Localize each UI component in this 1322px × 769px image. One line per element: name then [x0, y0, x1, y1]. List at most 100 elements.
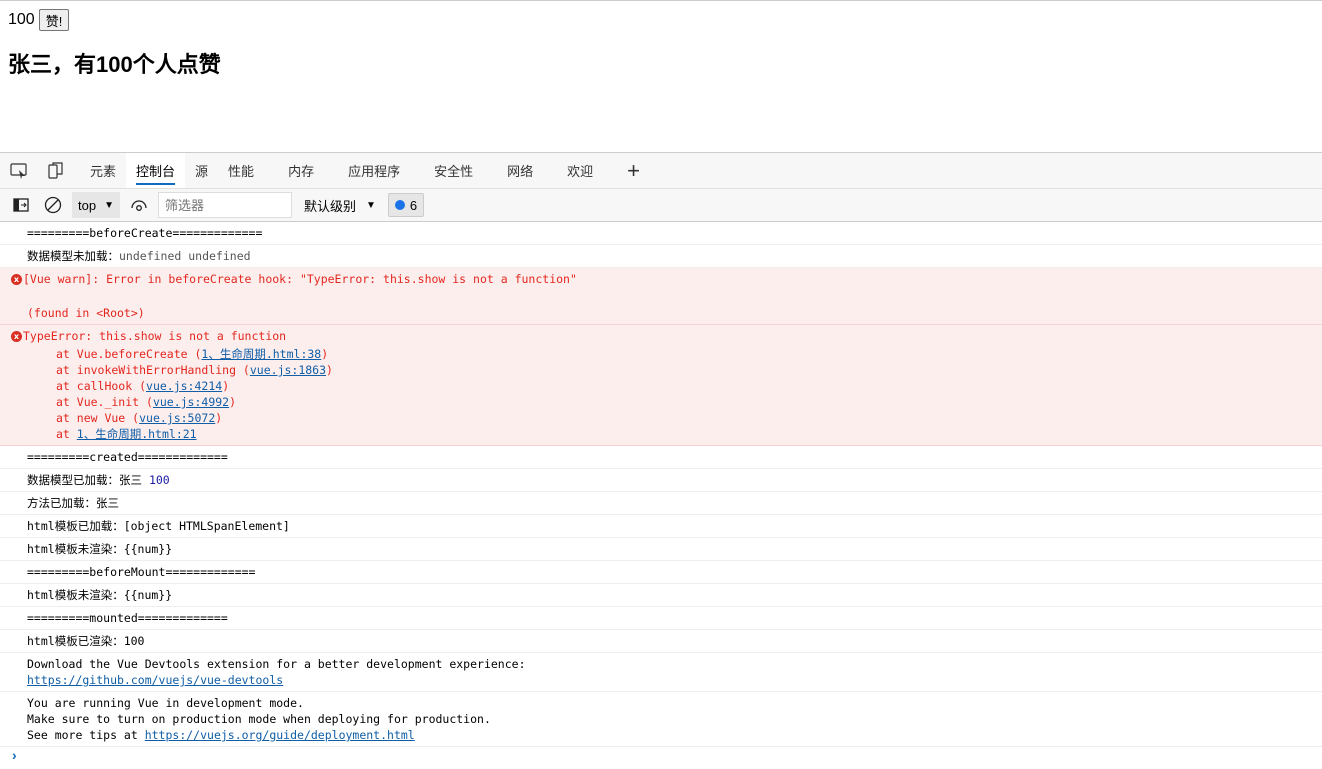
- console-line: at callHook (vue.js:4214): [27, 378, 1322, 394]
- console-text: undefined undefined: [119, 249, 251, 263]
- tab-4[interactable]: 内存: [278, 153, 338, 188]
- tab-3[interactable]: 性能: [218, 153, 278, 188]
- tab-7[interactable]: 网络: [497, 153, 557, 188]
- console-text: (found in <Root>): [27, 306, 145, 320]
- log-level-dropdown[interactable]: 默认级别 ▼: [298, 196, 382, 215]
- console-text: at Vue._init (: [56, 395, 153, 409]
- context-value: top: [78, 197, 97, 213]
- console-log-message: =========mounted=============: [0, 607, 1322, 630]
- console-line: =========beforeCreate=============: [27, 225, 1322, 241]
- console-line: =========mounted=============: [27, 610, 1322, 626]
- console-line: 数据模型未加载：undefined undefined: [27, 248, 1322, 264]
- console-text: ): [229, 395, 237, 409]
- console-text: html模板已渲染：100: [27, 634, 145, 648]
- console-line: at invokeWithErrorHandling (vue.js:1863): [27, 362, 1322, 378]
- console-log-message: 数据模型已加载：张三 100: [0, 469, 1322, 492]
- console-log-message: =========beforeCreate=============: [0, 222, 1322, 245]
- console-line: [27, 289, 1322, 305]
- console-prompt[interactable]: ›: [0, 747, 1322, 769]
- console-error-message: x▶TypeError: this.show is not a function…: [0, 325, 1322, 446]
- tab-5[interactable]: 应用程序: [338, 153, 424, 188]
- console-line: You are running Vue in development mode.: [27, 695, 1322, 711]
- console-text: You are running Vue in development mode.: [27, 696, 304, 710]
- console-text: at Vue.beforeCreate (: [56, 347, 202, 361]
- console-log-message: html模板未渲染：{{num}}: [0, 538, 1322, 561]
- console-text: TypeError: this.show is not a function: [23, 329, 287, 343]
- console-log-message: =========beforeMount=============: [0, 561, 1322, 584]
- inspect-element-icon[interactable]: [8, 153, 30, 188]
- device-emulation-icon[interactable]: [44, 153, 66, 188]
- error-icon: x: [11, 274, 22, 285]
- filter-input[interactable]: [157, 192, 292, 218]
- console-text: [Vue warn]: Error in beforeCreate hook: …: [23, 272, 577, 286]
- console-text: =========beforeMount=============: [27, 565, 256, 579]
- error-icon: x: [11, 331, 22, 342]
- clear-console-icon[interactable]: [40, 192, 66, 218]
- console-line: ▶TypeError: this.show is not a function: [15, 328, 1322, 346]
- dropdown-arrow-icon: ▼: [366, 199, 376, 211]
- live-expression-eye-icon[interactable]: [126, 192, 152, 218]
- console-line: Download the Vue Devtools extension for …: [27, 656, 1322, 672]
- console-output: =========beforeCreate============= 数据模型未加…: [0, 222, 1322, 747]
- console-text: See more tips at: [27, 728, 145, 742]
- add-tab-button[interactable]: +: [617, 153, 650, 188]
- source-link[interactable]: https://github.com/vuejs/vue-devtools: [27, 673, 283, 687]
- console-text: 方法已加载：张三: [27, 496, 119, 510]
- console-line: html模板未渲染：{{num}}: [27, 587, 1322, 603]
- console-log-message: =========created=============: [0, 446, 1322, 469]
- console-text: Download the Vue Devtools extension for …: [27, 657, 526, 671]
- console-log-message: html模板未渲染：{{num}}: [0, 584, 1322, 607]
- console-line: =========created=============: [27, 449, 1322, 465]
- source-link[interactable]: vue.js:5072: [139, 411, 215, 425]
- console-text: ): [222, 379, 230, 393]
- dropdown-arrow-icon: ▼: [104, 199, 114, 211]
- console-text: at invokeWithErrorHandling (: [56, 363, 250, 377]
- context-selector[interactable]: top ▼: [72, 192, 120, 218]
- console-line: at 1、生命周期.html:21: [27, 426, 1322, 442]
- console-line: ▶[Vue warn]: Error in beforeCreate hook:…: [15, 271, 1322, 289]
- messages-count-badge[interactable]: 6: [387, 193, 425, 217]
- console-text: html模板未渲染：{{num}}: [27, 588, 173, 602]
- console-text: =========created=============: [27, 450, 228, 464]
- show-sidebar-icon[interactable]: [8, 192, 34, 218]
- tab-2[interactable]: 源: [185, 153, 218, 188]
- console-log-message: You are running Vue in development mode.…: [0, 692, 1322, 747]
- console-line: Make sure to turn on production mode whe…: [27, 711, 1322, 727]
- console-line: 方法已加载：张三: [27, 495, 1322, 511]
- console-line: (found in <Root>): [27, 305, 1322, 321]
- message-count: 6: [409, 197, 418, 213]
- tab-0[interactable]: 元素: [80, 153, 126, 188]
- console-text: Make sure to turn on production mode whe…: [27, 712, 491, 726]
- message-icon: [394, 200, 405, 210]
- console-line: at new Vue (vue.js:5072): [27, 410, 1322, 426]
- console-line: See more tips at https://vuejs.org/guide…: [27, 727, 1322, 743]
- console-text: at callHook (: [56, 379, 147, 393]
- page-heading: 张三，有100个人点赞: [8, 52, 221, 77]
- console-line: at Vue.beforeCreate (1、生命周期.html:38): [27, 346, 1322, 362]
- console-error-message: x▶[Vue warn]: Error in beforeCreate hook…: [0, 268, 1322, 325]
- page-content: 100 赞! 张三，有100个人点赞: [0, 1, 1322, 152]
- console-log-message: 方法已加载：张三: [0, 492, 1322, 515]
- console-log-message: html模板已加载：[object HTMLSpanElement]: [0, 515, 1322, 538]
- like-button[interactable]: 赞!: [38, 9, 70, 31]
- log-level-value: 默认级别: [303, 198, 356, 214]
- source-link[interactable]: 1、生命周期.html:21: [77, 427, 197, 441]
- console-log-message: 数据模型未加载：undefined undefined: [0, 245, 1322, 268]
- tab-6[interactable]: 安全性: [424, 153, 497, 188]
- source-link[interactable]: vue.js:4214: [146, 379, 222, 393]
- console-text: 100: [148, 473, 170, 487]
- source-link[interactable]: https://vuejs.org/guide/deployment.html: [145, 728, 415, 742]
- console-text: ): [326, 363, 333, 377]
- console-text: at new Vue (: [56, 411, 140, 425]
- console-line: html模板已渲染：100: [27, 633, 1322, 649]
- source-link[interactable]: 1、生命周期.html:38: [201, 347, 321, 361]
- tab-8[interactable]: 欢迎: [557, 153, 617, 188]
- source-link[interactable]: vue.js:1863: [250, 363, 326, 377]
- tab-1[interactable]: 控制台: [126, 153, 186, 188]
- source-link[interactable]: vue.js:4992: [153, 395, 229, 409]
- console-line: html模板已加载：[object HTMLSpanElement]: [27, 518, 1322, 534]
- console-text: =========beforeCreate=============: [27, 226, 263, 240]
- console-text: ): [321, 347, 329, 361]
- console-line: 数据模型已加载：张三 100: [27, 472, 1322, 488]
